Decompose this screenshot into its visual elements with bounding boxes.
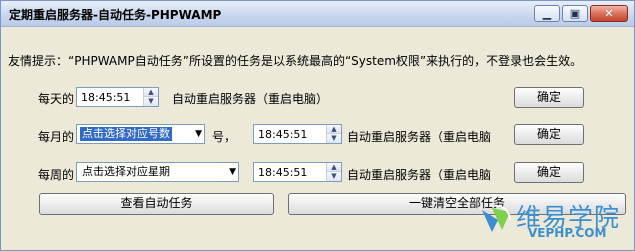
weekly-label: 每周的 (38, 168, 75, 182)
weekly-time-spinner[interactable]: ▲ ▼ (326, 163, 341, 181)
dropdown-arrow-icon: ▼ (195, 129, 202, 139)
watermark: 维易学院 VEPHP.COM (478, 198, 628, 242)
daily-time-value: 18:45:51 (81, 91, 131, 104)
window-title: 定期重启服务器-自动任务-PHPWAMP (9, 8, 222, 22)
tip-text: 友情提示：“PHPWAMP自动任务”所设置的任务是以系统最高的“System权限… (8, 54, 583, 68)
vephp-logo-icon (482, 205, 511, 232)
minimize-button[interactable]: ▁ (534, 5, 560, 22)
daily-label: 每天的 (38, 92, 75, 106)
weekly-confirm-button[interactable]: 确定 (514, 162, 584, 183)
weekly-time-value: 18:45:51 (258, 166, 308, 179)
monthly-day-suffix: 号， (212, 130, 237, 144)
monthly-action-text: 自动重启服务器（重启电脑 (347, 130, 492, 144)
monthly-label: 每月的 (38, 130, 75, 144)
spin-down-icon[interactable]: ▼ (144, 97, 158, 106)
dropdown-arrow-icon: ▼ (229, 167, 236, 177)
daily-confirm-button[interactable]: 确定 (514, 87, 584, 108)
view-tasks-button[interactable]: 查看自动任务 (39, 193, 274, 215)
daily-time-input[interactable]: 18:45:51 ▲ ▼ (76, 87, 159, 107)
app-window: 定期重启服务器-自动任务-PHPWAMP ▁ ▣ ✕ 友情提示：“PHPWAMP… (0, 0, 635, 251)
daily-time-spinner[interactable]: ▲ ▼ (143, 88, 158, 106)
maximize-icon: ▣ (569, 7, 581, 20)
weekly-weekday-selected: 点击选择对应星期 (82, 165, 170, 178)
monthly-confirm-button[interactable]: 确定 (514, 124, 584, 145)
monthly-day-selected: 点击选择对应号数 (80, 127, 172, 141)
weekly-time-input[interactable]: 18:45:51 ▲ ▼ (253, 162, 342, 182)
spin-up-icon[interactable]: ▲ (327, 125, 341, 134)
close-icon: ✕ (604, 7, 614, 20)
weekly-action-text: 自动重启服务器（重启电脑 (347, 168, 492, 182)
weekly-weekday-select[interactable]: 点击选择对应星期 ▼ (76, 162, 239, 182)
title-bar: 定期重启服务器-自动任务-PHPWAMP ▁ ▣ ✕ (1, 1, 634, 27)
close-button[interactable]: ✕ (590, 5, 628, 22)
spin-down-icon[interactable]: ▼ (327, 172, 341, 181)
monthly-time-value: 18:45:51 (258, 128, 308, 141)
spin-down-icon[interactable]: ▼ (327, 134, 341, 143)
watermark-en: VEPHP.COM (528, 226, 607, 240)
monthly-time-spinner[interactable]: ▲ ▼ (326, 125, 341, 143)
daily-action-text: 自动重启服务器（重启电脑） (172, 92, 329, 106)
spin-up-icon[interactable]: ▲ (327, 163, 341, 172)
maximize-button[interactable]: ▣ (562, 5, 588, 22)
spin-up-icon[interactable]: ▲ (144, 88, 158, 97)
main-panel: 友情提示：“PHPWAMP自动任务”所设置的任务是以系统最高的“System权限… (1, 27, 634, 250)
minimize-icon: ▁ (542, 7, 552, 20)
monthly-time-input[interactable]: 18:45:51 ▲ ▼ (253, 124, 342, 144)
monthly-day-select[interactable]: 点击选择对应号数 ▼ (76, 124, 205, 144)
